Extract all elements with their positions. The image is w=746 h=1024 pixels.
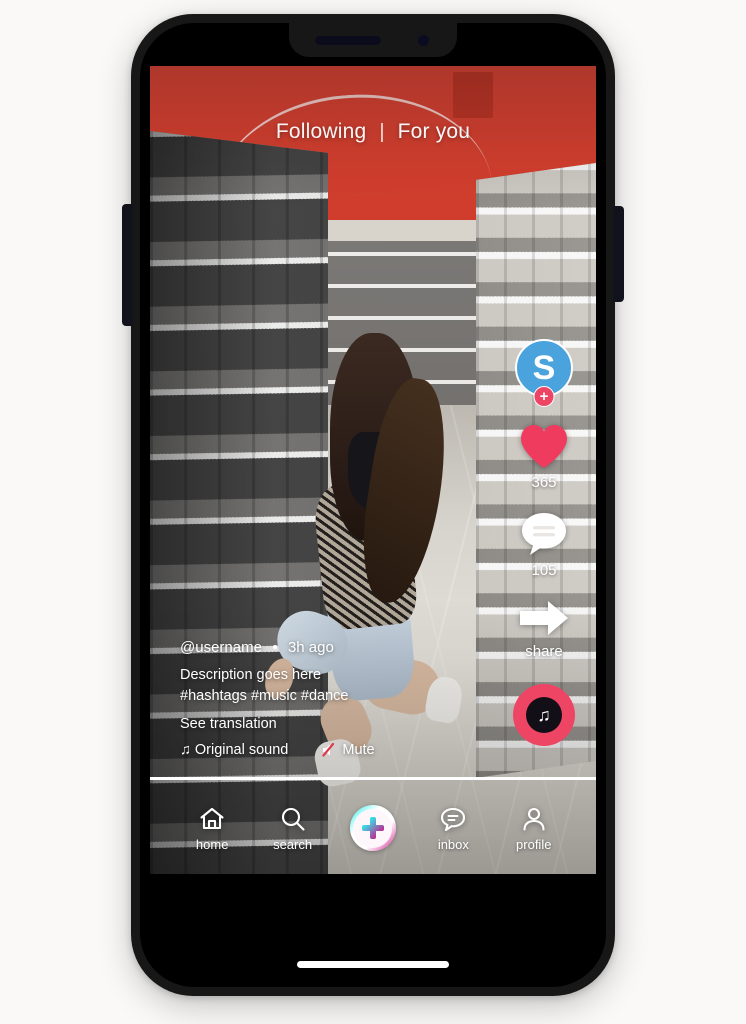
caption-username[interactable]: @username	[180, 639, 262, 656]
nav-label-profile: profile	[516, 837, 552, 852]
home-icon	[199, 804, 225, 834]
nav-item-inbox[interactable]: inbox	[422, 804, 484, 852]
tab-following[interactable]: Following	[276, 120, 367, 144]
original-sound-button[interactable]: ♫ Original sound	[180, 742, 288, 758]
nav-item-create[interactable]	[342, 805, 404, 851]
nav-item-profile[interactable]: profile	[503, 804, 565, 852]
home-indicator[interactable]	[297, 961, 449, 968]
power-button[interactable]	[613, 206, 624, 302]
share-arrow-icon	[518, 599, 570, 637]
share-label: share	[525, 643, 563, 660]
create-plus-icon	[361, 817, 384, 839]
nav-item-home[interactable]: home	[181, 804, 243, 852]
device-notch	[289, 23, 457, 57]
music-note-icon: ♫	[526, 697, 562, 733]
tab-for-you[interactable]: For you	[398, 120, 471, 144]
bottom-nav-bar: home search inbox profile	[150, 804, 596, 852]
volume-button[interactable]	[122, 204, 133, 326]
caption-description: Description goes here	[180, 666, 322, 683]
caption-hashtags[interactable]: #hashtags #music #dance	[180, 686, 450, 707]
front-camera	[418, 35, 429, 46]
caption-meta-row: @username 3h ago	[180, 639, 450, 656]
feed-tab-bar: Following | For you	[150, 66, 596, 144]
mute-label: Mute	[342, 742, 375, 758]
like-count: 365	[531, 474, 557, 491]
music-note-small-icon: ♫	[180, 742, 191, 758]
mute-button[interactable]: Mute	[322, 742, 375, 758]
phone-device-frame: Following | For you S + 365 105 share ♫ …	[122, 14, 624, 996]
original-sound-label: Original sound	[194, 742, 289, 758]
nav-label-home: home	[195, 837, 229, 852]
earpiece-speaker	[315, 36, 381, 45]
tab-separator: |	[379, 120, 385, 143]
video-progress-bar[interactable]	[150, 777, 596, 780]
see-translation-link[interactable]: See translation	[180, 716, 450, 732]
nav-item-search[interactable]: search	[262, 804, 324, 852]
caption-timestamp: 3h ago	[287, 638, 334, 656]
comment-count: 105	[531, 562, 557, 579]
create-button-inner	[353, 808, 393, 848]
music-disc-button[interactable]: ♫	[513, 684, 575, 746]
caption-dot-separator	[272, 645, 277, 650]
follow-plus-badge[interactable]: +	[533, 386, 555, 407]
comment-bubble-icon	[520, 511, 568, 557]
create-button[interactable]	[349, 805, 396, 851]
profile-icon	[521, 804, 547, 834]
caption-sound-row: ♫ Original sound Mute	[180, 742, 450, 758]
action-rail: S + 365 105 share ♫	[502, 339, 586, 746]
comment-button[interactable]: 105	[520, 511, 568, 579]
nav-label-search: search	[273, 837, 313, 852]
page-canvas: Following | For you S + 365 105 share ♫ …	[0, 0, 746, 1024]
phone-screen: Following | For you S + 365 105 share ♫ …	[150, 66, 596, 874]
share-button[interactable]: share	[518, 599, 570, 660]
speaker-muted-icon	[322, 743, 338, 757]
like-button[interactable]: 365	[519, 423, 569, 491]
heart-icon	[519, 423, 569, 469]
video-caption-block: @username 3h ago Description goes here #…	[180, 639, 450, 758]
nav-label-inbox: inbox	[437, 837, 469, 852]
creator-avatar[interactable]: S +	[515, 339, 573, 407]
search-icon	[280, 804, 306, 834]
video-progress-fill	[150, 777, 596, 780]
inbox-icon	[440, 804, 466, 834]
